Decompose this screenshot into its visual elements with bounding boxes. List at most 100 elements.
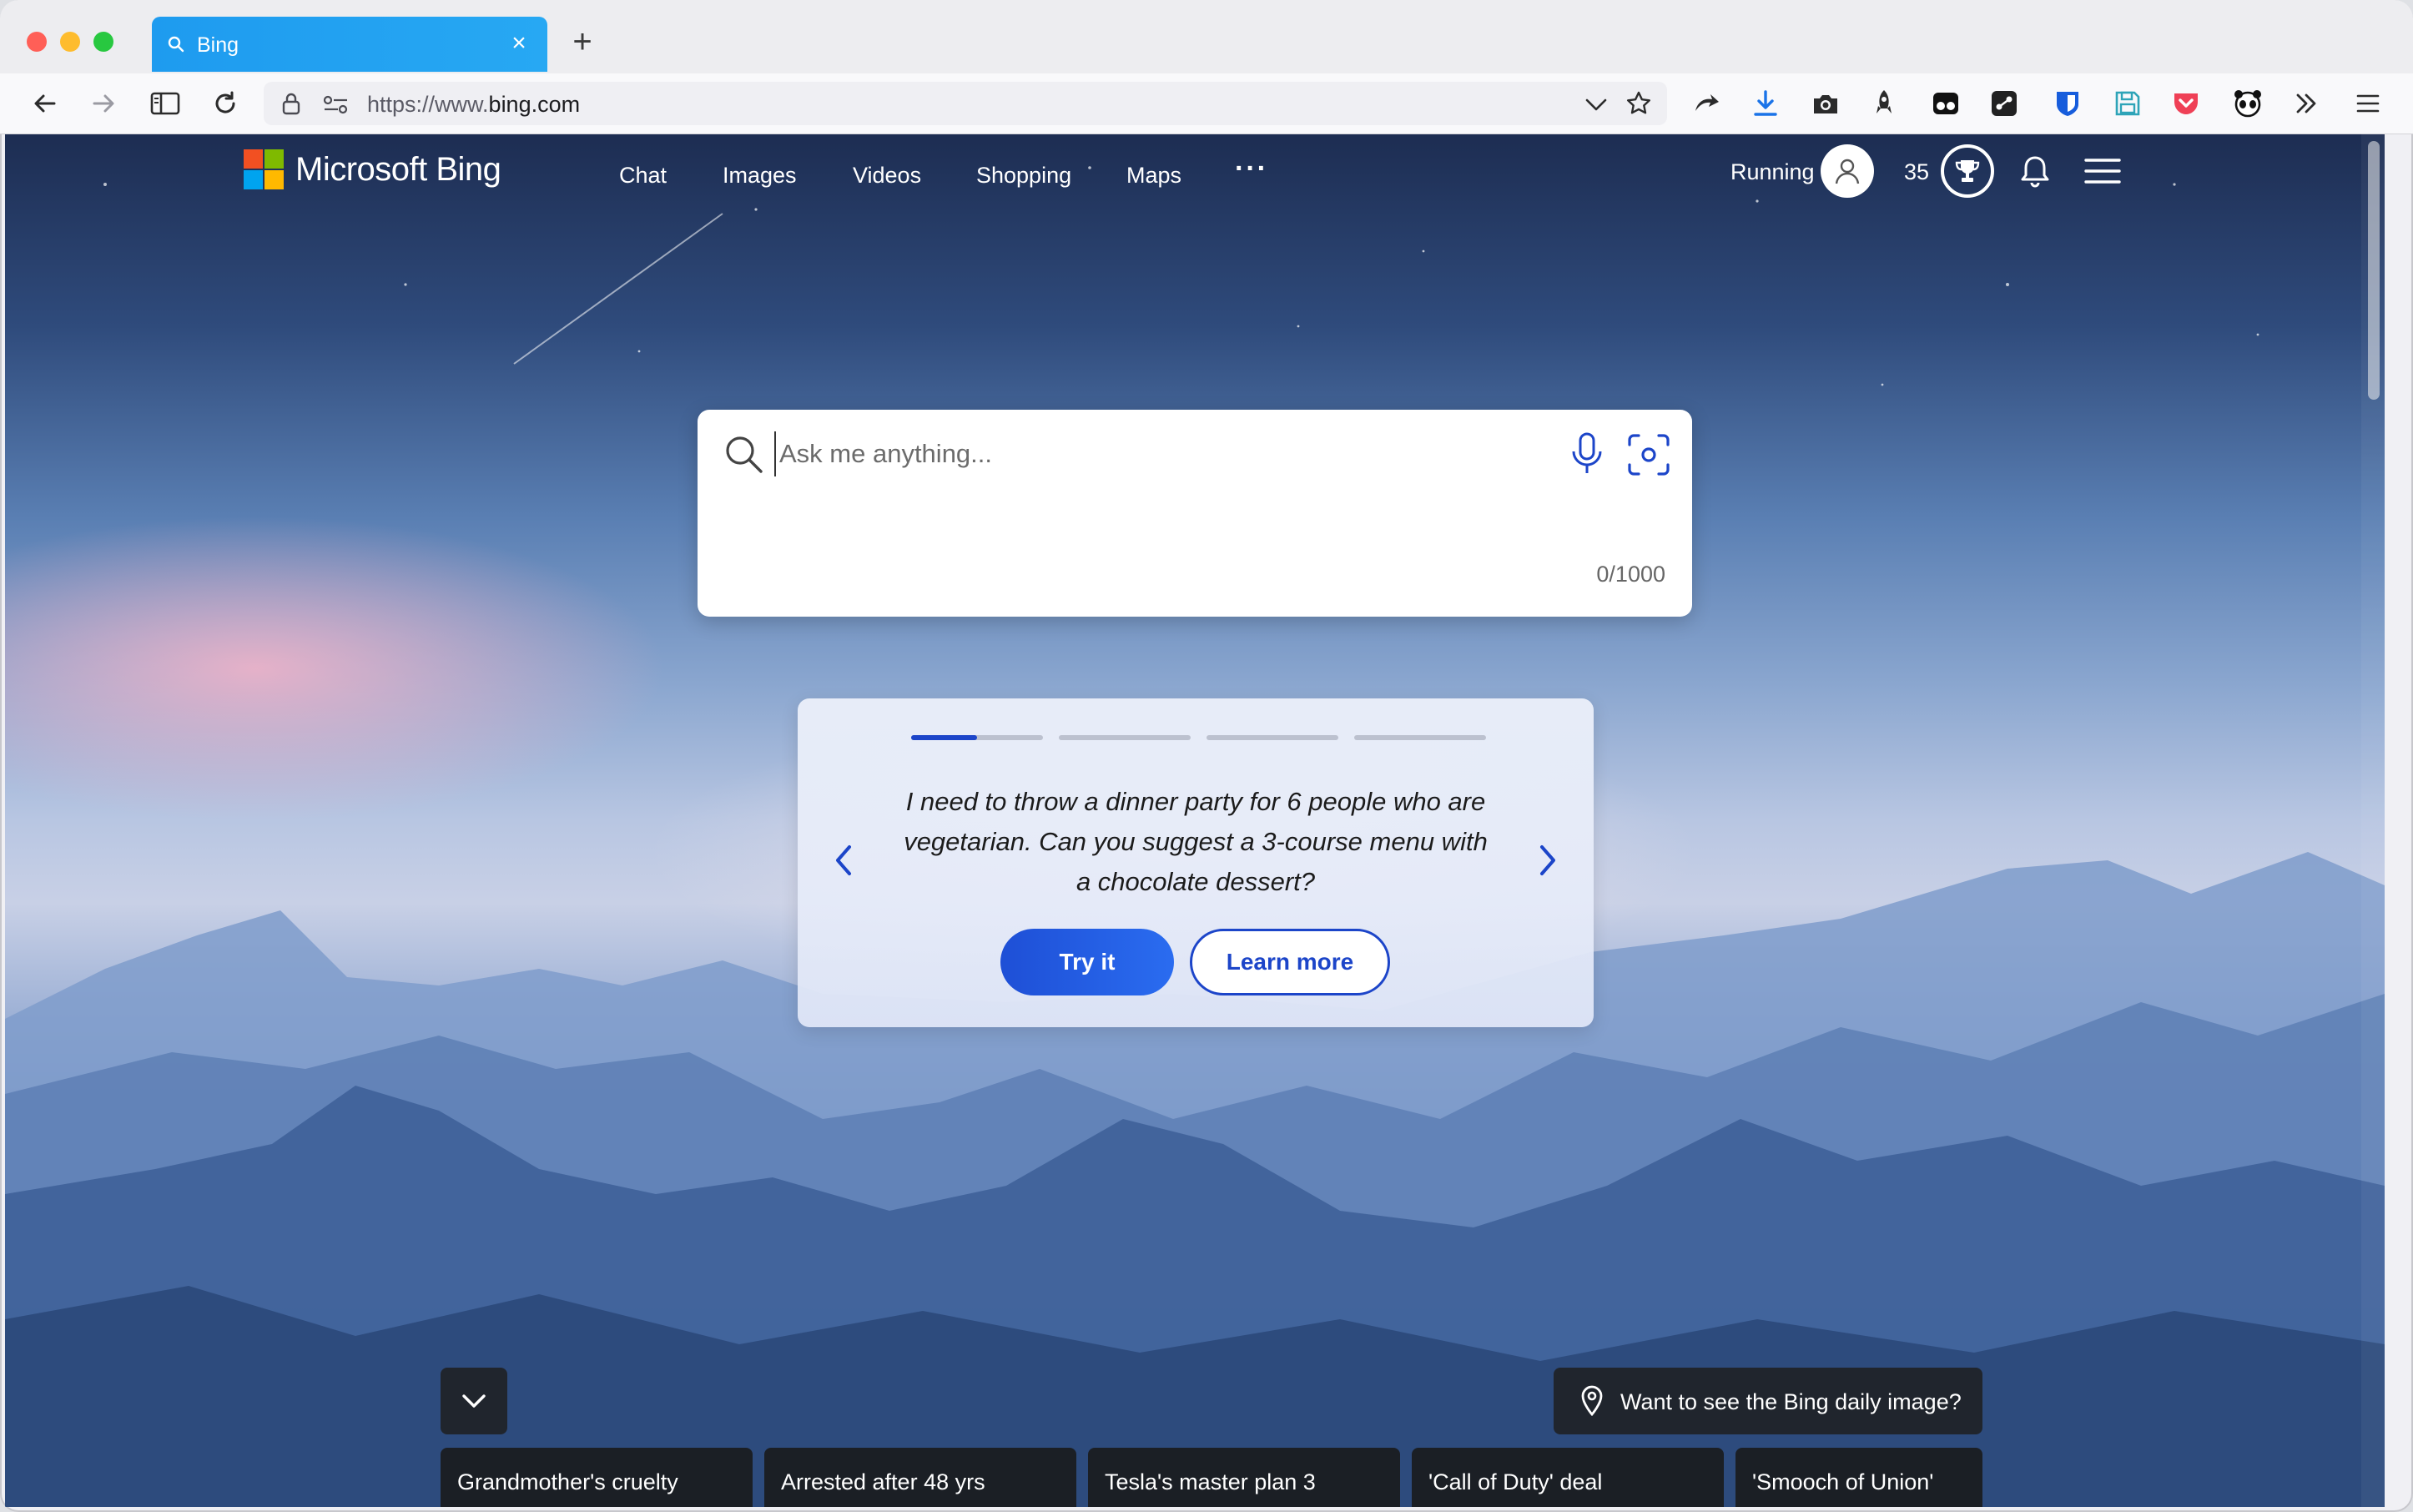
progress-fill — [911, 735, 977, 740]
tab-title: Bing — [197, 33, 239, 57]
shield-icon — [2057, 92, 2078, 116]
search-box: 0/1000 — [698, 410, 1692, 617]
previous-suggestion-icon[interactable] — [826, 835, 861, 885]
lock-icon — [282, 93, 300, 115]
minimize-window-button[interactable] — [60, 32, 80, 52]
nav-images[interactable]: Images — [723, 163, 797, 189]
arrow-left-icon — [34, 94, 56, 113]
location-pin-icon — [1581, 1385, 1603, 1417]
settings-menu-icon[interactable] — [2084, 156, 2121, 186]
nav-maps[interactable]: Maps — [1126, 163, 1181, 189]
suggestion-text: I need to throw a dinner party for 6 peo… — [904, 787, 1488, 896]
screenshot-button[interactable] — [1807, 85, 1844, 122]
microphone-icon[interactable] — [1569, 431, 1605, 476]
carousel-progress-1[interactable] — [911, 735, 1043, 740]
rocket-icon — [1876, 90, 1892, 113]
carousel-progress-4[interactable] — [1354, 735, 1486, 740]
hamburger-icon — [2356, 94, 2380, 113]
close-window-button[interactable] — [27, 32, 47, 52]
extension-panda-button[interactable] — [2229, 85, 2266, 122]
extension-rocket-button[interactable] — [1866, 85, 1902, 122]
page-scrollbar[interactable] — [2361, 134, 2385, 1507]
download-icon — [1754, 90, 1777, 116]
downloads-button[interactable] — [1747, 85, 1784, 122]
tab-close-button[interactable]: × — [504, 28, 534, 58]
search-icon[interactable] — [723, 433, 764, 475]
news-card[interactable]: 'Call of Duty' deal — [1412, 1448, 1724, 1507]
bitwarden-button[interactable] — [2049, 85, 2086, 122]
extension-save-button[interactable] — [2109, 85, 2146, 122]
carousel-progress-2[interactable] — [1059, 735, 1191, 740]
bookmark-star-icon[interactable] — [1625, 90, 1652, 117]
reload-button[interactable] — [207, 85, 244, 122]
scrollbar-thumb[interactable] — [2368, 141, 2380, 400]
more-extensions-button[interactable] — [2288, 85, 2325, 122]
news-card[interactable]: Arrested after 48 yrs — [764, 1448, 1076, 1507]
search-input[interactable] — [774, 431, 1448, 476]
extension-glasses-button[interactable] — [1927, 85, 1964, 122]
search-icon — [168, 36, 184, 53]
new-tab-button[interactable]: + — [567, 25, 597, 58]
rewards-button[interactable] — [1941, 144, 1994, 198]
microsoft-logo-icon — [244, 149, 284, 189]
daily-image-label: Want to see the Bing daily image? — [1620, 1389, 1962, 1414]
tab-bing[interactable]: Bing × — [152, 17, 547, 72]
forward-button[interactable] — [85, 85, 122, 122]
share-nodes-icon — [1992, 91, 2017, 116]
checkmark-dropdown-icon[interactable] — [1584, 92, 1609, 115]
url-host: bing.com — [488, 92, 581, 117]
bing-homepage: Microsoft Bing Chat Images Videos Shoppi… — [5, 134, 2385, 1507]
notifications-bell-icon[interactable] — [2016, 153, 2054, 191]
news-headline: 'Smooch of Union' — [1752, 1469, 1934, 1494]
chevron-down-icon — [462, 1394, 486, 1408]
pocket-button[interactable] — [2168, 85, 2204, 122]
url-text[interactable]: https://www.bing.com — [367, 92, 580, 118]
browser-menu-button[interactable] — [2350, 85, 2386, 122]
news-headline: Grandmother's cruelty — [457, 1469, 678, 1494]
profile-name[interactable]: Running — [1730, 159, 1815, 185]
character-count: 0/1000 — [1596, 562, 1665, 587]
navigation-toolbar: https://www.bing.com — [0, 73, 2413, 134]
carousel-progress-3[interactable] — [1206, 735, 1338, 740]
glasses-icon — [1933, 93, 1958, 114]
daily-image-button[interactable]: Want to see the Bing daily image? — [1554, 1368, 1982, 1434]
learn-more-button[interactable]: Learn more — [1190, 929, 1390, 995]
extension-history-button[interactable] — [1689, 85, 1725, 122]
url-prefix: https://www. — [367, 92, 489, 117]
news-card[interactable]: 'Smooch of Union' — [1735, 1448, 1982, 1507]
nav-shopping[interactable]: Shopping — [976, 163, 1071, 189]
user-icon — [1835, 159, 1860, 184]
news-headline: 'Call of Duty' deal — [1428, 1469, 1603, 1494]
floppy-disk-icon — [2115, 91, 2140, 116]
avatar[interactable] — [1821, 144, 1874, 198]
next-suggestion-icon[interactable] — [1530, 835, 1565, 885]
permissions-icon[interactable] — [322, 93, 350, 115]
panda-icon — [2234, 90, 2261, 118]
news-card[interactable]: Grandmother's cruelty — [441, 1448, 753, 1507]
arrow-right-icon — [93, 94, 114, 113]
tab-strip: Bing × + — [0, 0, 2413, 73]
extension-share-button[interactable] — [1986, 85, 2023, 122]
sidebar-button[interactable] — [147, 85, 184, 122]
news-headline: Arrested after 48 yrs — [781, 1469, 985, 1494]
nav-chat[interactable]: Chat — [619, 163, 667, 189]
chevron-double-right-icon — [2296, 93, 2316, 113]
expand-feed-button[interactable] — [441, 1368, 507, 1434]
reload-icon — [215, 91, 235, 113]
nav-more-button[interactable]: ··· — [1235, 153, 1268, 185]
try-it-button[interactable]: Try it — [1000, 929, 1174, 995]
back-button[interactable] — [27, 85, 63, 122]
nav-videos[interactable]: Videos — [853, 163, 921, 189]
trophy-icon — [1955, 160, 1980, 182]
logo-text: Microsoft Bing — [295, 150, 501, 188]
rewards-points[interactable]: 35 — [1904, 159, 1929, 185]
address-bar[interactable]: https://www.bing.com — [264, 82, 1667, 125]
bing-logo[interactable]: Microsoft Bing — [244, 149, 501, 189]
zoom-window-button[interactable] — [93, 32, 113, 52]
news-card[interactable]: Tesla's master plan 3 — [1088, 1448, 1400, 1507]
browser-window: Bing × + https://www.bing.com Microsoft … — [0, 0, 2413, 1512]
news-headline: Tesla's master plan 3 — [1105, 1469, 1316, 1494]
sidebar-icon — [150, 92, 180, 115]
pocket-icon — [2174, 93, 2198, 114]
visual-search-icon[interactable] — [1627, 433, 1670, 476]
